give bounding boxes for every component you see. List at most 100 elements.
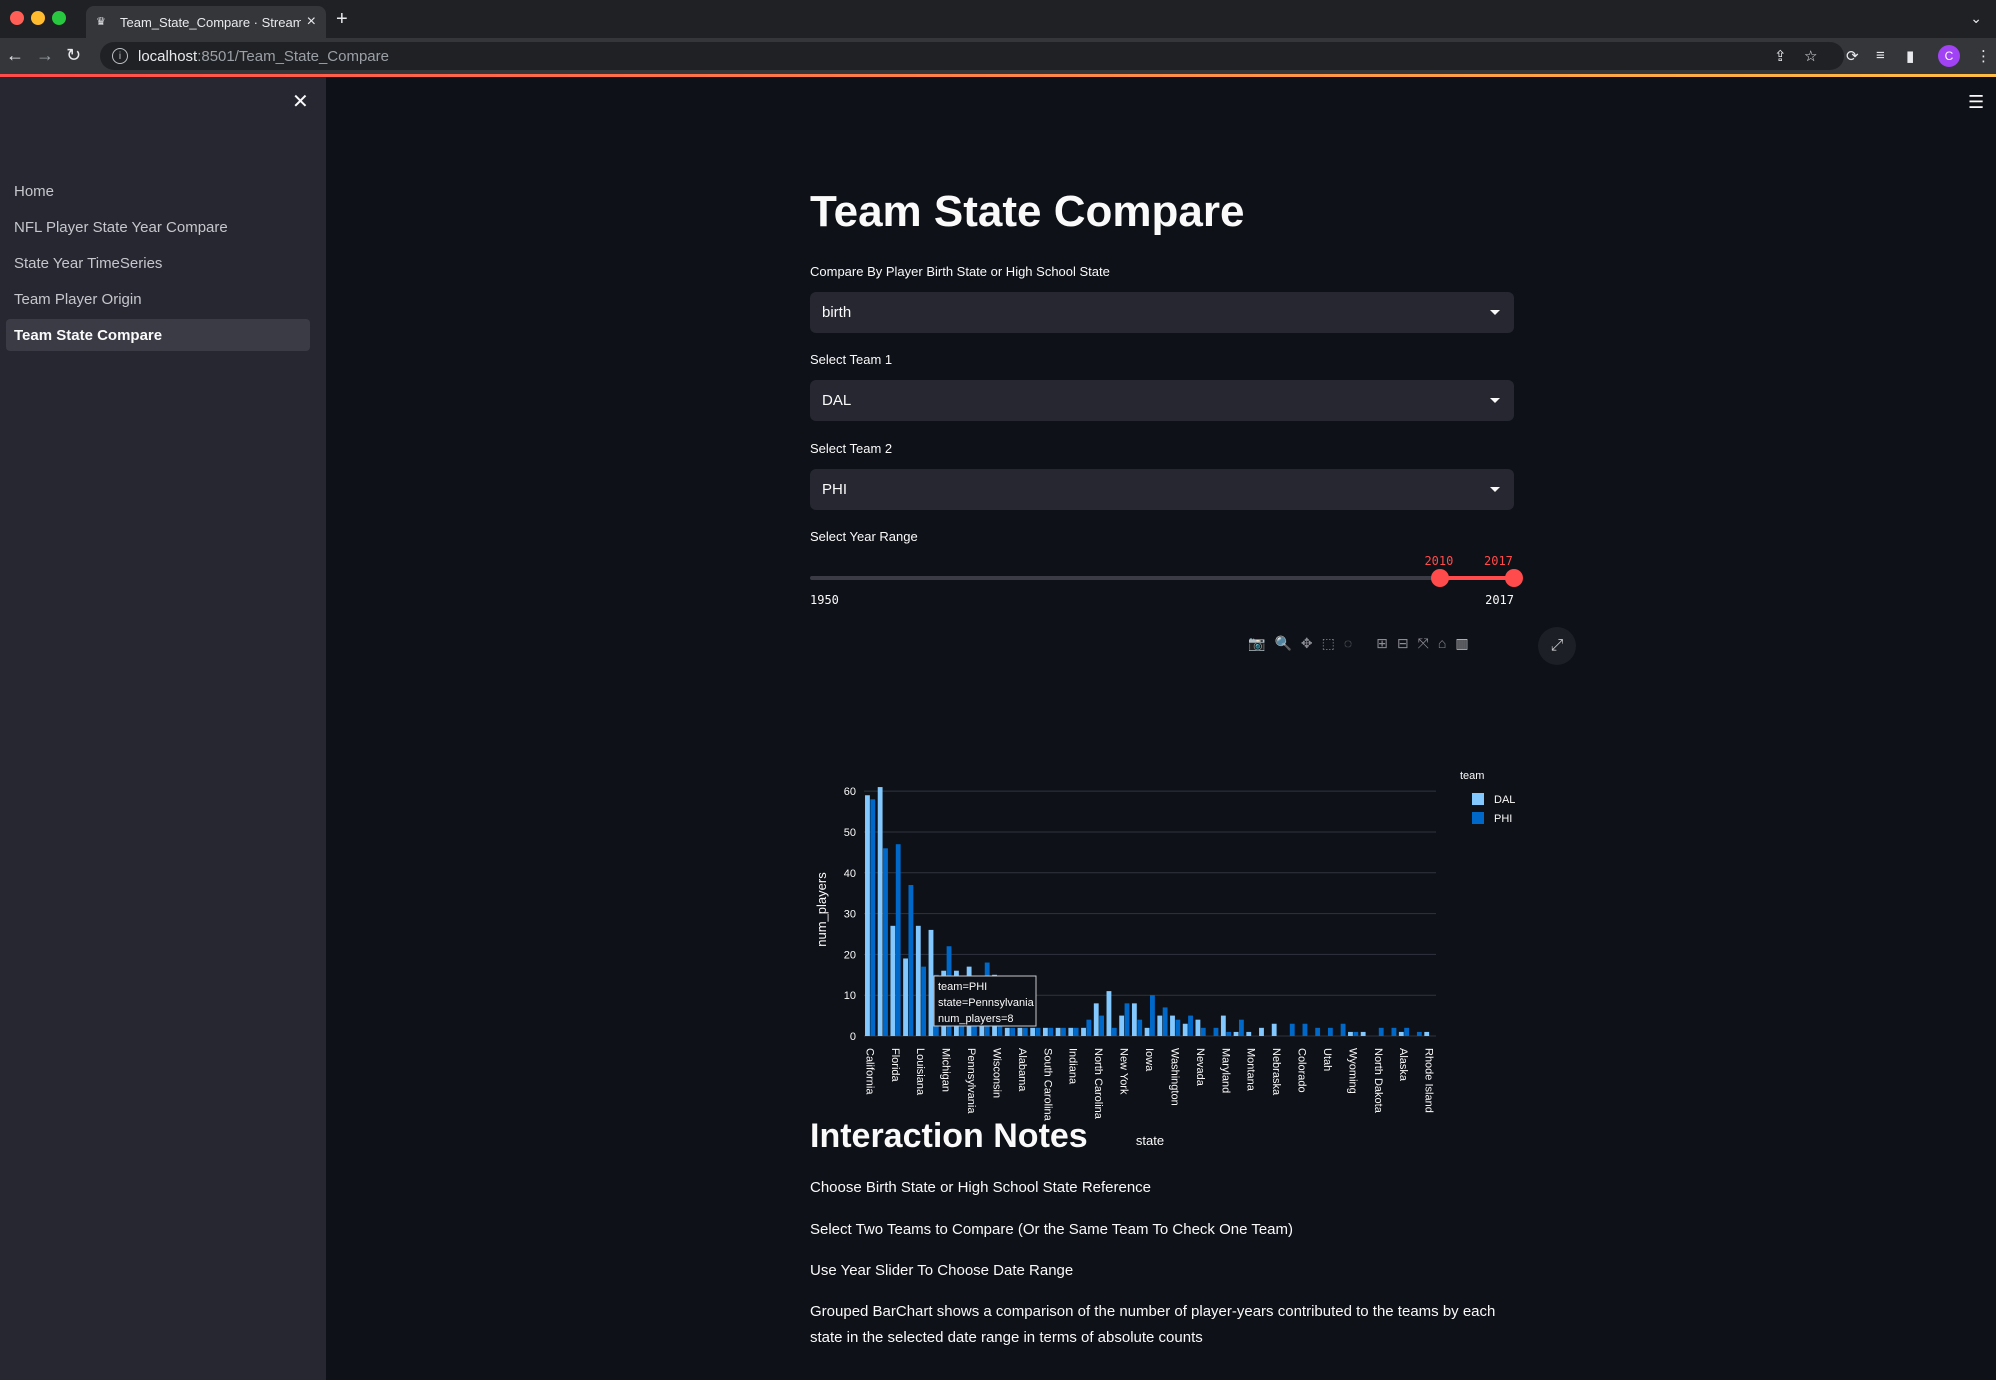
back-arrow-icon[interactable]: ←: [6, 45, 24, 66]
close-sidebar-icon[interactable]: ✕: [292, 89, 309, 114]
bar-dal: [877, 787, 883, 1036]
sidebar-item-home[interactable]: Home: [6, 175, 310, 207]
pan-icon[interactable]: ✥: [1301, 635, 1313, 652]
browser-menu-icon[interactable]: ⋮: [1976, 47, 1991, 65]
bar-dal: [890, 925, 896, 1036]
zoom-out-icon[interactable]: ⊟: [1397, 635, 1409, 652]
legend-swatch-phi: [1472, 812, 1484, 824]
side-panel-icon[interactable]: ▮: [1906, 47, 1914, 65]
plotly-logo-icon[interactable]: ▥: [1455, 635, 1468, 652]
reading-list-icon[interactable]: ≡: [1876, 47, 1885, 64]
address-bar[interactable]: i localhost:8501/Team_State_Compare: [100, 42, 1844, 70]
zoom-icon[interactable]: 🔍: [1274, 635, 1291, 652]
bar-phi: [1010, 1027, 1016, 1036]
team2-value: PHI: [822, 481, 848, 498]
bar-dal: [1259, 1027, 1264, 1036]
x-tick-label: Wisconsin: [990, 1048, 1002, 1098]
sidebar-item-label: Team Player Origin: [14, 290, 142, 308]
note-1: Choose Birth State or High School State …: [810, 1179, 1152, 1196]
bar-phi: [1213, 1027, 1219, 1036]
bar-phi: [883, 848, 888, 1036]
bar-phi: [1162, 1007, 1168, 1036]
bar-dal: [1271, 1023, 1277, 1036]
reload-icon[interactable]: ↻: [66, 45, 81, 66]
team2-label: Select Team 2: [810, 441, 893, 456]
x-tick-label: Nebraska: [1270, 1048, 1282, 1096]
x-tick-label: Wyoming: [1346, 1048, 1358, 1094]
bar-dal: [1170, 1015, 1175, 1036]
bar-phi: [870, 799, 876, 1036]
year-slider-track[interactable]: [810, 576, 1514, 580]
team1-value: DAL: [822, 392, 852, 409]
main-menu-icon[interactable]: ☰: [1968, 92, 1984, 113]
lasso-select-icon[interactable]: ◌: [1344, 635, 1352, 652]
sidebar-item-team-player-origin[interactable]: Team Player Origin: [6, 283, 310, 315]
bar-phi: [1099, 1015, 1104, 1036]
box-select-icon[interactable]: ⬚: [1322, 635, 1335, 652]
state-type-select[interactable]: birth: [810, 292, 1514, 333]
new-tab-icon[interactable]: +: [336, 8, 348, 31]
maximize-window-button[interactable]: [52, 11, 66, 25]
team1-select[interactable]: DAL: [810, 380, 1514, 421]
year-slider-max: 2017: [1485, 593, 1514, 607]
note-3: Use Year Slider To Choose Date Range: [810, 1262, 1074, 1279]
year-slider-high-value: 2017: [1484, 554, 1513, 568]
bar-phi: [1150, 995, 1155, 1036]
y-tick-label: 30: [844, 909, 856, 921]
forward-arrow-icon[interactable]: →: [36, 45, 54, 66]
bookmark-star-icon[interactable]: ☆: [1804, 47, 1817, 65]
x-tick-label: Michigan: [940, 1048, 952, 1092]
team1-label: Select Team 1: [810, 352, 893, 367]
fullscreen-expand-icon[interactable]: ⤢: [1538, 627, 1576, 665]
x-tick-label: Colorado: [1296, 1048, 1308, 1093]
close-window-button[interactable]: [10, 11, 24, 25]
site-info-icon[interactable]: i: [112, 48, 128, 64]
share-icon[interactable]: ⇪: [1774, 47, 1787, 65]
bar-phi: [1048, 1027, 1054, 1036]
zoom-in-icon[interactable]: ⊞: [1376, 635, 1388, 652]
sidebar-item-label: State Year TimeSeries: [14, 254, 163, 272]
camera-icon[interactable]: 📷: [1248, 635, 1265, 652]
year-slider-high-handle[interactable]: [1505, 569, 1523, 587]
bar-phi: [1226, 1031, 1232, 1036]
profile-avatar[interactable]: C: [1938, 45, 1960, 67]
autoscale-icon[interactable]: ⤧: [1418, 635, 1429, 652]
url-path: :8501/Team_State_Compare: [197, 47, 389, 65]
x-tick-label: Utah: [1321, 1048, 1333, 1071]
bar-dal: [903, 958, 908, 1036]
sidebar-item-team-state-compare[interactable]: Team State Compare: [6, 319, 310, 351]
x-tick-label: Washington: [1168, 1048, 1180, 1106]
bar-dal: [915, 925, 921, 1036]
bar-dal: [1131, 1003, 1137, 1036]
year-range-label: Select Year Range: [810, 529, 918, 544]
bar-dal: [1360, 1031, 1366, 1036]
bar-dal: [1348, 1031, 1353, 1036]
x-tick-label: California: [863, 1048, 875, 1095]
bar-phi: [1086, 1019, 1092, 1036]
bar-phi: [921, 966, 927, 1036]
team2-select[interactable]: PHI: [810, 469, 1514, 510]
x-tick-label: Alaska: [1397, 1048, 1409, 1082]
reset-axes-icon[interactable]: ⌂: [1438, 635, 1446, 652]
sidebar-item-nfl-player-state-year-compare[interactable]: NFL Player State Year Compare: [6, 211, 310, 243]
year-slider-low-handle[interactable]: [1431, 569, 1450, 587]
bar-dal: [865, 795, 870, 1036]
y-axis-title: num_players: [814, 872, 829, 947]
minimize-window-button[interactable]: [31, 11, 45, 25]
extension-icon[interactable]: ⟳: [1846, 47, 1859, 65]
bar-phi: [1175, 1019, 1181, 1036]
y-tick-label: 10: [844, 990, 856, 1002]
bar-dal: [1093, 1003, 1099, 1036]
x-tick-label: North Dakota: [1372, 1048, 1384, 1114]
browser-tab[interactable]: ♛ Team_State_Compare · Stream ×: [86, 6, 326, 38]
bar-dal: [1030, 1027, 1036, 1036]
chevron-down-icon: [1490, 310, 1500, 315]
x-tick-label: Montana: [1245, 1048, 1257, 1092]
x-tick-label: Florida: [889, 1048, 901, 1083]
grouped-bar-chart[interactable]: 0 10 20 30 40 50 60 California Florida Louisiana M…: [800, 677, 1520, 1157]
bar-phi: [1378, 1027, 1384, 1036]
sidebar-item-state-year-timeseries[interactable]: State Year TimeSeries: [6, 247, 310, 279]
close-tab-icon[interactable]: ×: [307, 13, 316, 31]
tab-search-chevron-icon[interactable]: ⌄: [1970, 10, 1982, 27]
bar-phi: [1188, 1015, 1193, 1036]
